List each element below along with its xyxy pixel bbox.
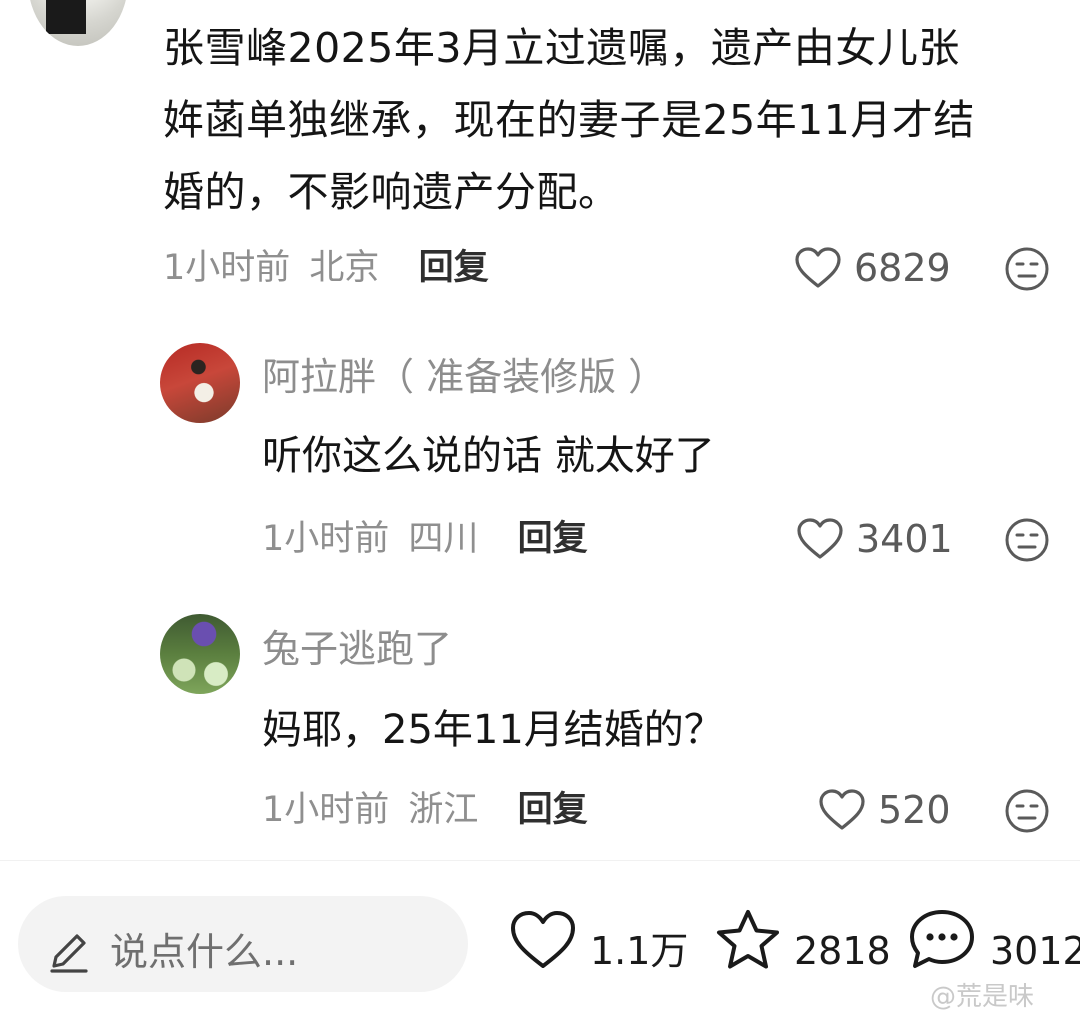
like-button[interactable]: 1.1万 <box>508 911 689 986</box>
avatar[interactable] <box>160 614 240 694</box>
username[interactable]: 兔子逃跑了 <box>262 624 452 674</box>
like-button[interactable]: 6829 <box>794 243 951 293</box>
like-count: 6829 <box>854 246 951 290</box>
comment-location: 浙江 <box>408 790 479 830</box>
like-count: 1.1万 <box>590 929 689 973</box>
comment-input-placeholder[interactable]: 说点什么... <box>110 928 298 976</box>
neutral-face-icon <box>1004 246 1050 292</box>
like-count: 520 <box>878 788 951 832</box>
watermark: @荒是味 <box>930 982 1035 1012</box>
dislike-button[interactable] <box>1004 788 1050 834</box>
reply-button[interactable]: 回复 <box>518 790 588 830</box>
reply-text: 妈耶，25年11月结婚的？ <box>262 707 724 753</box>
comment-line: 姩菡单独继承，现在的妻子是25年11月才结 <box>163 96 975 144</box>
comment-time: 1小时前 <box>163 248 291 288</box>
comment-time: 1小时前 <box>262 790 390 830</box>
heart-icon <box>818 788 866 832</box>
username[interactable]: 阿拉胖（ 准备装修版 ） <box>262 352 666 402</box>
comment-meta: 1小时前 浙江 回复 <box>262 785 588 835</box>
like-button[interactable]: 3401 <box>796 514 953 564</box>
comment-line: 张雪峰2025年3月立过遗嘱，遗产由女儿张 <box>163 24 960 72</box>
comment-time: 1小时前 <box>262 519 390 559</box>
heart-icon <box>796 517 844 561</box>
reply-button[interactable]: 回复 <box>419 248 489 288</box>
avatar[interactable] <box>160 343 240 423</box>
heart-icon <box>508 909 578 993</box>
comment-text: 张雪峰2025年3月立过遗嘱，遗产由女儿张 姩菡单独继承，现在的妻子是25年11… <box>163 12 1063 228</box>
neutral-face-icon <box>1004 788 1050 834</box>
comment-location: 北京 <box>309 248 380 288</box>
favorite-count: 2818 <box>794 929 891 973</box>
dislike-button[interactable] <box>1004 246 1050 292</box>
comment-meta: 1小时前 四川 回复 <box>262 514 588 564</box>
dislike-button[interactable] <box>1004 517 1050 563</box>
comment-location: 四川 <box>408 519 479 559</box>
comment-meta: 1小时前 北京 回复 <box>163 243 489 293</box>
comment-line: 婚的，不影响遗产分配。 <box>163 168 620 216</box>
divider <box>0 860 1080 861</box>
like-count: 3401 <box>856 517 953 561</box>
reply-button[interactable]: 回复 <box>518 519 588 559</box>
reply-text: 听你这么说的话 就太好了 <box>262 433 715 479</box>
avatar[interactable] <box>28 0 128 46</box>
pencil-icon <box>44 926 94 980</box>
favorite-button[interactable]: 2818 <box>714 910 891 986</box>
like-button[interactable]: 520 <box>818 785 951 835</box>
heart-icon <box>794 246 842 290</box>
neutral-face-icon <box>1004 517 1050 563</box>
star-icon <box>714 907 782 995</box>
